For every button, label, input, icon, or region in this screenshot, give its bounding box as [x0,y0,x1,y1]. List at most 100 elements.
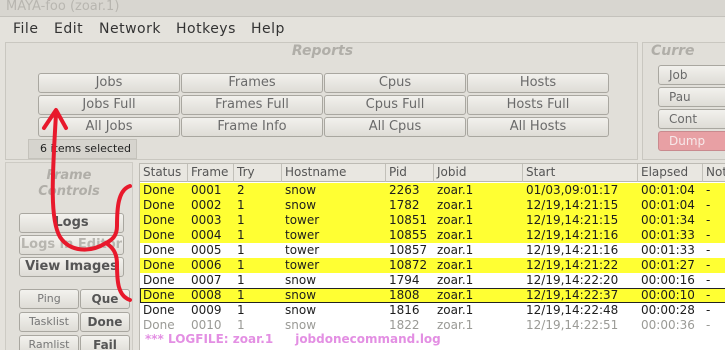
job-button[interactable]: Job [658,65,725,85]
all-jobs-button[interactable]: All Jobs [38,117,180,137]
table-row[interactable]: Done 0004 1 tower 10855 zoar.1 12/19,14:21:16 0… [140,228,725,243]
cell-notes: - [706,183,711,197]
cell-frame: 0008 [191,288,222,302]
all-cpus-button[interactable]: All Cpus [324,117,466,137]
cell-start: 12/19,14:22:37 [526,288,619,302]
cell-frame: 0006 [191,258,222,272]
column-header-frame[interactable]: Frame [188,164,234,182]
cell-notes: - [706,273,711,287]
cell-try: 1 [237,318,245,332]
table-row[interactable]: Done 0005 1 tower 10857 zoar.1 12/19,14:21:16 0… [140,243,725,258]
logfile-prefix: *** LOGFILE: zoar.1 [145,332,274,346]
dump-button[interactable]: Dump [658,131,725,151]
cell-notes: - [706,243,711,257]
cell-start: 12/19,14:22:51 [526,318,619,332]
menu-file[interactable]: File [13,21,38,37]
cell-status: Done [143,198,175,212]
cpus-button[interactable]: Cpus [324,73,466,93]
menu-hotkeys[interactable]: Hotkeys [176,21,236,37]
cell-start: 12/19,14:21:16 [526,228,619,242]
cell-elapsed: 00:01:34 [641,213,695,227]
table-row[interactable]: Done 0002 1 snow 1782 zoar.1 12/19,14:21:15 00:… [140,198,725,213]
cell-frame: 0004 [191,228,222,242]
column-header-start[interactable]: Start [523,164,638,182]
cell-hostname: snow [285,303,317,317]
cell-status: Done [143,228,175,242]
frames-full-button[interactable]: Frames Full [181,95,323,115]
tasklist-button[interactable]: Tasklist [19,312,79,332]
column-header-jobid[interactable]: Jobid [434,164,523,182]
table-row[interactable]: Done 0003 1 tower 10851 zoar.1 12/19,14:21:15 0… [140,213,725,228]
cell-pid: 10872 [389,258,428,272]
frame-controls-title: Frame Controls [38,168,100,199]
cpus-full-button[interactable]: Cpus Full [324,95,466,115]
frames-button[interactable]: Frames [181,73,323,93]
logfile-name[interactable]: jobdonecommand.log [295,332,441,346]
column-header-pid[interactable]: Pid [386,164,434,182]
cell-elapsed: 00:01:33 [641,243,695,257]
cell-jobid: zoar.1 [437,183,474,197]
logs-in-editor-button[interactable]: Logs in Editor [19,235,124,255]
table-row[interactable]: Done 0009 1 snow 1816 zoar.1 12/19,14:22:48 00:… [140,303,725,318]
cell-status: Done [143,213,175,227]
cell-frame: 0003 [191,213,222,227]
cell-elapsed: 00:01:27 [641,258,695,272]
cell-frame: 0009 [191,303,222,317]
cell-hostname: tower [285,243,320,257]
column-header-status[interactable]: Status [140,164,188,182]
cell-try: 1 [237,288,245,302]
cell-notes: - [706,318,711,332]
column-header-try[interactable]: Try [234,164,282,182]
continue-button[interactable]: Cont [658,109,725,129]
current-panel: Curre Job Pau Cont Dump [642,42,725,160]
logs-button[interactable]: Logs [19,213,124,233]
table-body: Done 0001 2 snow 2263 zoar.1 01/03,09:01:17 00:… [140,183,725,333]
table-row[interactable]: Done 0007 1 snow 1794 zoar.1 12/19,14:22:20 00:… [140,273,725,288]
cell-pid: 1822 [389,318,420,332]
cell-pid: 10855 [389,228,428,242]
cell-try: 1 [237,198,245,212]
table-row[interactable]: Done 0006 1 tower 10872 zoar.1 12/19,14:21:22 0… [140,258,725,273]
cell-try: 1 [237,213,245,227]
pause-button[interactable]: Pau [658,87,725,107]
view-images-button[interactable]: View Images [19,257,124,277]
cell-frame: 0002 [191,198,222,212]
cell-jobid: zoar.1 [437,273,474,287]
cell-try: 1 [237,243,245,257]
cell-start: 12/19,14:21:15 [526,198,619,212]
ping-button[interactable]: Ping [19,289,79,309]
hosts-button[interactable]: Hosts [467,73,609,93]
menu-edit[interactable]: Edit [54,21,83,37]
jobs-full-button[interactable]: Jobs Full [38,95,180,115]
cell-hostname: snow [285,198,317,212]
cell-status: Done [143,303,175,317]
all-hosts-button[interactable]: All Hosts [467,117,609,137]
table-row[interactable]: Done 0008 1 snow 1808 zoar.1 12/19,14:22:37 00:… [140,288,725,303]
done-button[interactable]: Done [80,312,130,332]
frame-info-button[interactable]: Frame Info [181,117,323,137]
table-row[interactable]: Done 0010 1 snow 1822 zoar.1 12/19,14:22:51 00:… [140,318,725,333]
cell-jobid: zoar.1 [437,318,474,332]
cell-start: 12/19,14:21:22 [526,258,619,272]
cell-start: 01/03,09:01:17 [526,183,619,197]
menu-help[interactable]: Help [251,21,285,37]
column-header-notes[interactable]: Notes [703,164,725,182]
queue-button[interactable]: Que [80,289,130,309]
column-header-elapsed[interactable]: Elapsed [638,164,703,182]
cell-jobid: zoar.1 [437,198,474,212]
cell-jobid: zoar.1 [437,288,474,302]
menu-network[interactable]: Network [99,21,161,37]
cell-start: 12/19,14:21:15 [526,213,619,227]
cell-pid: 2263 [389,183,420,197]
column-header-hostname[interactable]: Hostname [282,164,386,182]
menubar: File Edit Network Hotkeys Help [0,18,725,42]
jobs-button[interactable]: Jobs [38,73,180,93]
cell-frame: 0010 [191,318,222,332]
table-row[interactable]: Done 0001 2 snow 2263 zoar.1 01/03,09:01:17 00:… [140,183,725,198]
ramlist-button[interactable]: Ramlist [19,335,79,350]
hosts-full-button[interactable]: Hosts Full [467,95,609,115]
fail-button[interactable]: Fail [80,335,130,350]
cell-pid: 1808 [389,288,420,302]
logfile-line: *** LOGFILE: zoar.1 jobdonecommand.log [140,332,441,348]
cell-hostname: snow [285,183,317,197]
